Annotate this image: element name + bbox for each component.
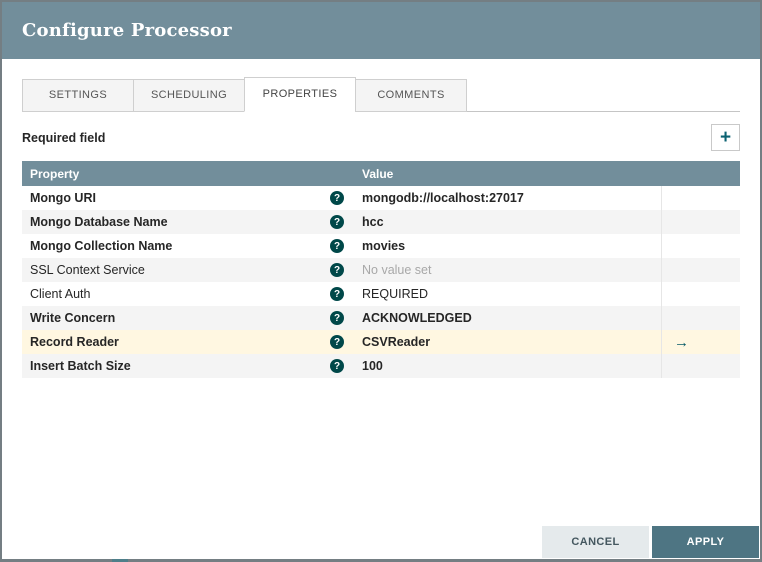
help-icon[interactable]: ? — [330, 215, 344, 229]
help-icon[interactable]: ? — [330, 191, 344, 205]
property-value[interactable]: CSVReader — [362, 335, 430, 349]
cancel-button[interactable]: CANCEL — [542, 526, 649, 558]
configure-processor-dialog: Configure Processor SETTINGS SCHEDULING … — [2, 2, 760, 559]
table-header-row: Property Value — [22, 161, 740, 186]
property-value[interactable]: REQUIRED — [362, 287, 428, 301]
table-row[interactable]: Mongo URI ? mongodb://localhost:27017 — [22, 186, 740, 210]
help-icon[interactable]: ? — [330, 263, 344, 277]
property-value[interactable]: mongodb://localhost:27017 — [362, 191, 524, 205]
table-row[interactable]: Mongo Database Name ? hcc — [22, 210, 740, 234]
help-icon[interactable]: ? — [330, 359, 344, 373]
table-row[interactable]: Client Auth ? REQUIRED — [22, 282, 740, 306]
table-row[interactable]: SSL Context Service ? No value set — [22, 258, 740, 282]
property-name: Write Concern — [30, 311, 116, 325]
tab-properties[interactable]: PROPERTIES — [244, 77, 356, 112]
column-header-value: Value — [362, 166, 394, 181]
property-name: Record Reader — [30, 335, 119, 349]
property-value[interactable]: movies — [362, 239, 405, 253]
help-icon[interactable]: ? — [330, 287, 344, 301]
required-field-label: Required field — [22, 130, 106, 145]
table-row[interactable]: Insert Batch Size ? 100 — [22, 354, 740, 378]
plus-icon: + — [719, 127, 732, 148]
tab-scheduling[interactable]: SCHEDULING — [133, 79, 245, 112]
property-value[interactable]: No value set — [362, 263, 431, 277]
properties-toolbar: Required field + — [22, 124, 740, 151]
tab-bar: SETTINGS SCHEDULING PROPERTIES COMMENTS — [22, 77, 740, 112]
tab-comments[interactable]: COMMENTS — [355, 79, 467, 112]
table-row[interactable]: Record Reader ? CSVReader → — [22, 330, 740, 354]
dialog-footer: CANCEL APPLY — [2, 526, 760, 559]
dialog-body: SETTINGS SCHEDULING PROPERTIES COMMENTS … — [2, 59, 760, 526]
apply-button[interactable]: APPLY — [652, 526, 759, 558]
properties-table: Property Value Mongo URI ? mongodb://loc… — [22, 161, 740, 378]
dialog-title: Configure Processor — [22, 20, 232, 41]
help-icon[interactable]: ? — [330, 335, 344, 349]
property-name: Mongo URI — [30, 191, 96, 205]
dialog-header: Configure Processor — [2, 2, 760, 59]
property-value[interactable]: ACKNOWLEDGED — [362, 311, 472, 325]
table-row[interactable]: Mongo Collection Name ? movies — [22, 234, 740, 258]
property-value[interactable]: 100 — [362, 359, 383, 373]
property-name: Mongo Collection Name — [30, 239, 173, 253]
property-name: Mongo Database Name — [30, 215, 168, 229]
property-name: Insert Batch Size — [30, 359, 131, 373]
property-name: SSL Context Service — [30, 263, 145, 277]
help-icon[interactable]: ? — [330, 311, 344, 325]
table-row[interactable]: Write Concern ? ACKNOWLEDGED — [22, 306, 740, 330]
tab-settings[interactable]: SETTINGS — [22, 79, 134, 112]
property-name: Client Auth — [30, 287, 91, 301]
go-to-service-arrow-icon[interactable]: → — [674, 334, 689, 351]
add-property-button[interactable]: + — [711, 124, 740, 151]
property-value[interactable]: hcc — [362, 215, 384, 229]
column-header-property: Property — [30, 166, 80, 181]
help-icon[interactable]: ? — [330, 239, 344, 253]
